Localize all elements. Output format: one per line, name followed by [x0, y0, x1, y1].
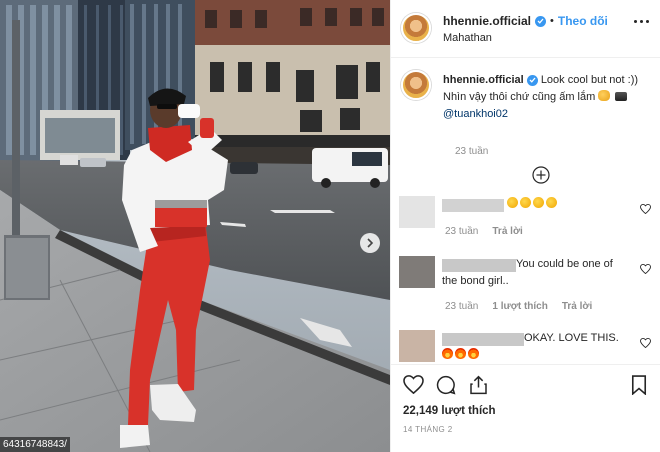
comment-text-line2: the bond girl..	[442, 275, 509, 287]
share-icon[interactable]	[469, 375, 488, 395]
chevron-right-icon	[367, 238, 374, 248]
comment-text	[507, 196, 660, 213]
header-user-row: hhennie.official • Theo dõi	[443, 14, 608, 28]
comment-timestamp[interactable]: 23 tuần	[445, 301, 478, 312]
comment-text: OKAY. LOVE THIS.	[442, 330, 632, 364]
grinning-emoji-icon	[507, 197, 518, 208]
username-link[interactable]: hhennie.official	[443, 14, 531, 28]
grinning-emoji-icon	[520, 197, 531, 208]
comment-likes-link[interactable]: 1 lượt thích	[492, 301, 547, 312]
separator-dot: •	[550, 15, 554, 27]
post-photo[interactable]: 64316748843/	[0, 0, 390, 452]
caption-text-line1: Look cool but not :))	[540, 74, 639, 86]
comment-bubble-icon[interactable]	[436, 375, 456, 395]
location-link[interactable]: Mahathan	[443, 32, 492, 44]
photo-id-label: 64316748843/	[0, 437, 70, 452]
likes-count[interactable]: 22,149 lượt thích	[403, 405, 496, 417]
caption-timestamp[interactable]: 23 tuần	[455, 146, 488, 157]
flexed-biceps-emoji-icon	[598, 90, 611, 101]
comment-meta: 23 tuần 1 lượt thích Trả lời	[445, 301, 592, 312]
comment-text: You could be one of the bond girl..	[442, 256, 632, 290]
fire-emoji-icon	[442, 348, 453, 359]
avatar[interactable]	[401, 13, 431, 43]
carousel-next-button[interactable]	[360, 233, 380, 253]
commenter-avatar-redacted[interactable]	[399, 330, 435, 362]
save-bookmark-icon[interactable]	[631, 375, 647, 395]
fire-emoji-icon	[455, 348, 466, 359]
reply-button[interactable]: Trả lời	[562, 301, 592, 312]
comment-meta: 23 tuần Trả lời	[445, 226, 523, 237]
post-header: hhennie.official • Theo dõi Mahathan	[391, 0, 660, 58]
comment-timestamp[interactable]: 23 tuần	[445, 226, 478, 237]
commenter-avatar-redacted[interactable]	[399, 256, 435, 288]
like-heart-icon[interactable]	[403, 375, 424, 394]
comments-section[interactable]: hhennie.official Look cool but not :)) N…	[391, 58, 660, 364]
caption-body: hhennie.official Look cool but not :)) N…	[443, 72, 653, 123]
verified-badge-icon	[526, 74, 538, 86]
like-comment-heart-icon[interactable]	[640, 204, 651, 214]
comment-text-line1: You could be one of	[516, 258, 613, 270]
caption-avatar[interactable]	[401, 70, 431, 100]
camera-flash-emoji-icon	[615, 92, 628, 101]
grinning-emoji-icon	[533, 197, 544, 208]
post-side-panel: hhennie.official • Theo dõi Mahathan hhe…	[390, 0, 660, 452]
post-actions: 22,149 lượt thích 14 THÁNG 2	[391, 364, 660, 452]
street-scene-image	[0, 0, 390, 452]
commenter-name-redacted[interactable]	[442, 199, 504, 212]
post-date[interactable]: 14 THÁNG 2	[403, 425, 453, 434]
verified-badge-icon	[535, 15, 547, 27]
like-comment-heart-icon[interactable]	[640, 264, 651, 274]
grinning-emoji-icon	[546, 197, 557, 208]
commenter-avatar-redacted[interactable]	[399, 196, 435, 228]
more-options-icon[interactable]	[634, 20, 649, 23]
like-comment-heart-icon[interactable]	[640, 338, 651, 348]
reply-button[interactable]: Trả lời	[492, 226, 522, 237]
caption-text-line2: Nhìn vậy thôi chứ cũng ấm lắm	[443, 91, 596, 103]
mention-link[interactable]: @tuankhoi02	[443, 108, 508, 120]
fire-emoji-icon	[468, 348, 479, 359]
caption-username[interactable]: hhennie.official	[443, 74, 524, 86]
follow-button[interactable]: Theo dõi	[558, 14, 608, 28]
load-more-comments-icon[interactable]	[532, 166, 550, 184]
comment-text-line1: OKAY. LOVE THIS.	[524, 332, 619, 344]
